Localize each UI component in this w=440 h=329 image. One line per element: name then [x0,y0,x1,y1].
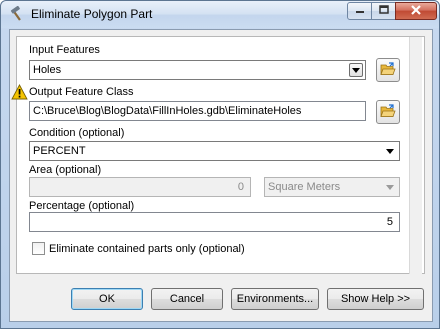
contained-parts-checkbox[interactable] [32,242,45,255]
output-feature-class-input[interactable]: C:\Bruce\Blog\BlogData\FillInHoles.gdb\E… [29,101,366,121]
maximize-button[interactable] [371,2,396,20]
warning-icon [11,84,28,103]
area-label: Area (optional) [29,164,102,176]
environments-button[interactable]: Environments... [231,288,319,310]
percentage-input[interactable]: 5 [29,212,400,232]
area-unit-value: Square Meters [268,181,341,193]
percentage-value: 5 [386,216,393,228]
chevron-down-icon [383,180,397,194]
output-feature-class-value: C:\Bruce\Blog\BlogData\FillInHoles.gdb\E… [33,105,302,117]
input-features-value: Holes [33,64,62,76]
close-button[interactable] [395,2,437,20]
hammer-icon [9,5,25,22]
input-features-combo[interactable]: Holes [29,60,366,80]
browse-input-button[interactable] [376,58,400,82]
folder-open-icon [380,61,396,79]
folder-open-icon [380,103,396,121]
browse-output-button[interactable] [376,100,400,124]
percentage-label: Percentage (optional) [29,200,135,212]
condition-label: Condition (optional) [29,127,125,139]
contained-parts-label[interactable]: Eliminate contained parts only (optional… [49,243,245,255]
title-bar[interactable]: Eliminate Polygon Part [1,1,439,28]
area-value: 0 [237,181,244,193]
close-icon [410,4,422,18]
ok-button[interactable]: OK [71,288,143,310]
condition-select[interactable]: PERCENT [29,141,400,161]
input-features-label: Input Features [29,44,100,56]
minimize-button[interactable] [347,2,372,20]
show-help-button[interactable]: Show Help >> [327,288,424,310]
area-input: 0 [29,177,251,197]
vertical-scrollbar[interactable] [409,37,422,274]
maximize-icon [378,5,389,17]
output-feature-class-label: Output Feature Class [29,86,134,98]
chevron-down-icon[interactable] [383,144,397,158]
condition-value: PERCENT [33,145,86,157]
window-title: Eliminate Polygon Part [31,7,153,21]
minimize-icon [355,5,365,17]
area-unit-select: Square Meters [264,177,400,197]
cancel-button[interactable]: Cancel [151,288,223,310]
chevron-down-icon[interactable] [349,63,363,77]
